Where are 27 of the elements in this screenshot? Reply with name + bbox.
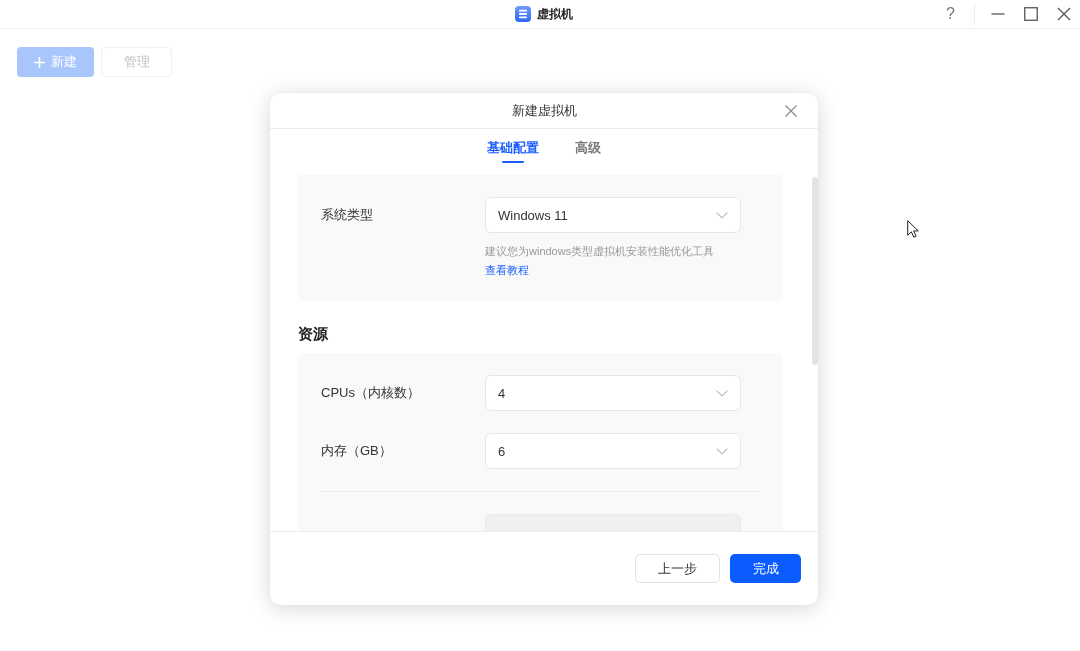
mouse-pointer-icon (907, 220, 919, 238)
scrollbar-thumb[interactable] (812, 177, 818, 365)
chevron-down-icon (716, 447, 728, 455)
field-label: CPUs（内核数） (321, 384, 421, 402)
maximize-icon (1023, 7, 1038, 21)
chevron-down-icon (716, 211, 728, 219)
finish-button[interactable]: 完成 (730, 554, 801, 583)
field-label: 系统类型 (321, 206, 374, 224)
tab[interactable]: 基础配置 (487, 129, 539, 175)
dropdown-select[interactable]: 4 (485, 375, 741, 411)
tab[interactable]: 高级 (575, 129, 601, 175)
dialog-title: 新建虚拟机 (511, 101, 577, 120)
tutorial-link[interactable]: 查看教程 (485, 263, 529, 277)
close-button[interactable] (783, 103, 799, 119)
field-label: 内存（GB） (321, 442, 393, 460)
dropdown-select[interactable]: Windows 11 (485, 197, 741, 233)
section-heading: 资源 (298, 325, 328, 343)
close-icon (1056, 7, 1071, 21)
dropdown-select[interactable]: 6 (485, 433, 741, 469)
window-title: 虚拟机 (537, 6, 573, 22)
hint-text: 建议您为windows类型虚拟机安装性能优化工具 (485, 244, 715, 258)
chevron-down-icon (716, 389, 728, 397)
close-icon (785, 105, 797, 117)
help-button[interactable]: ? (934, 0, 967, 28)
server-icon (515, 6, 531, 22)
previous-button[interactable]: 上一步 (635, 554, 720, 583)
plus-icon (34, 56, 45, 68)
